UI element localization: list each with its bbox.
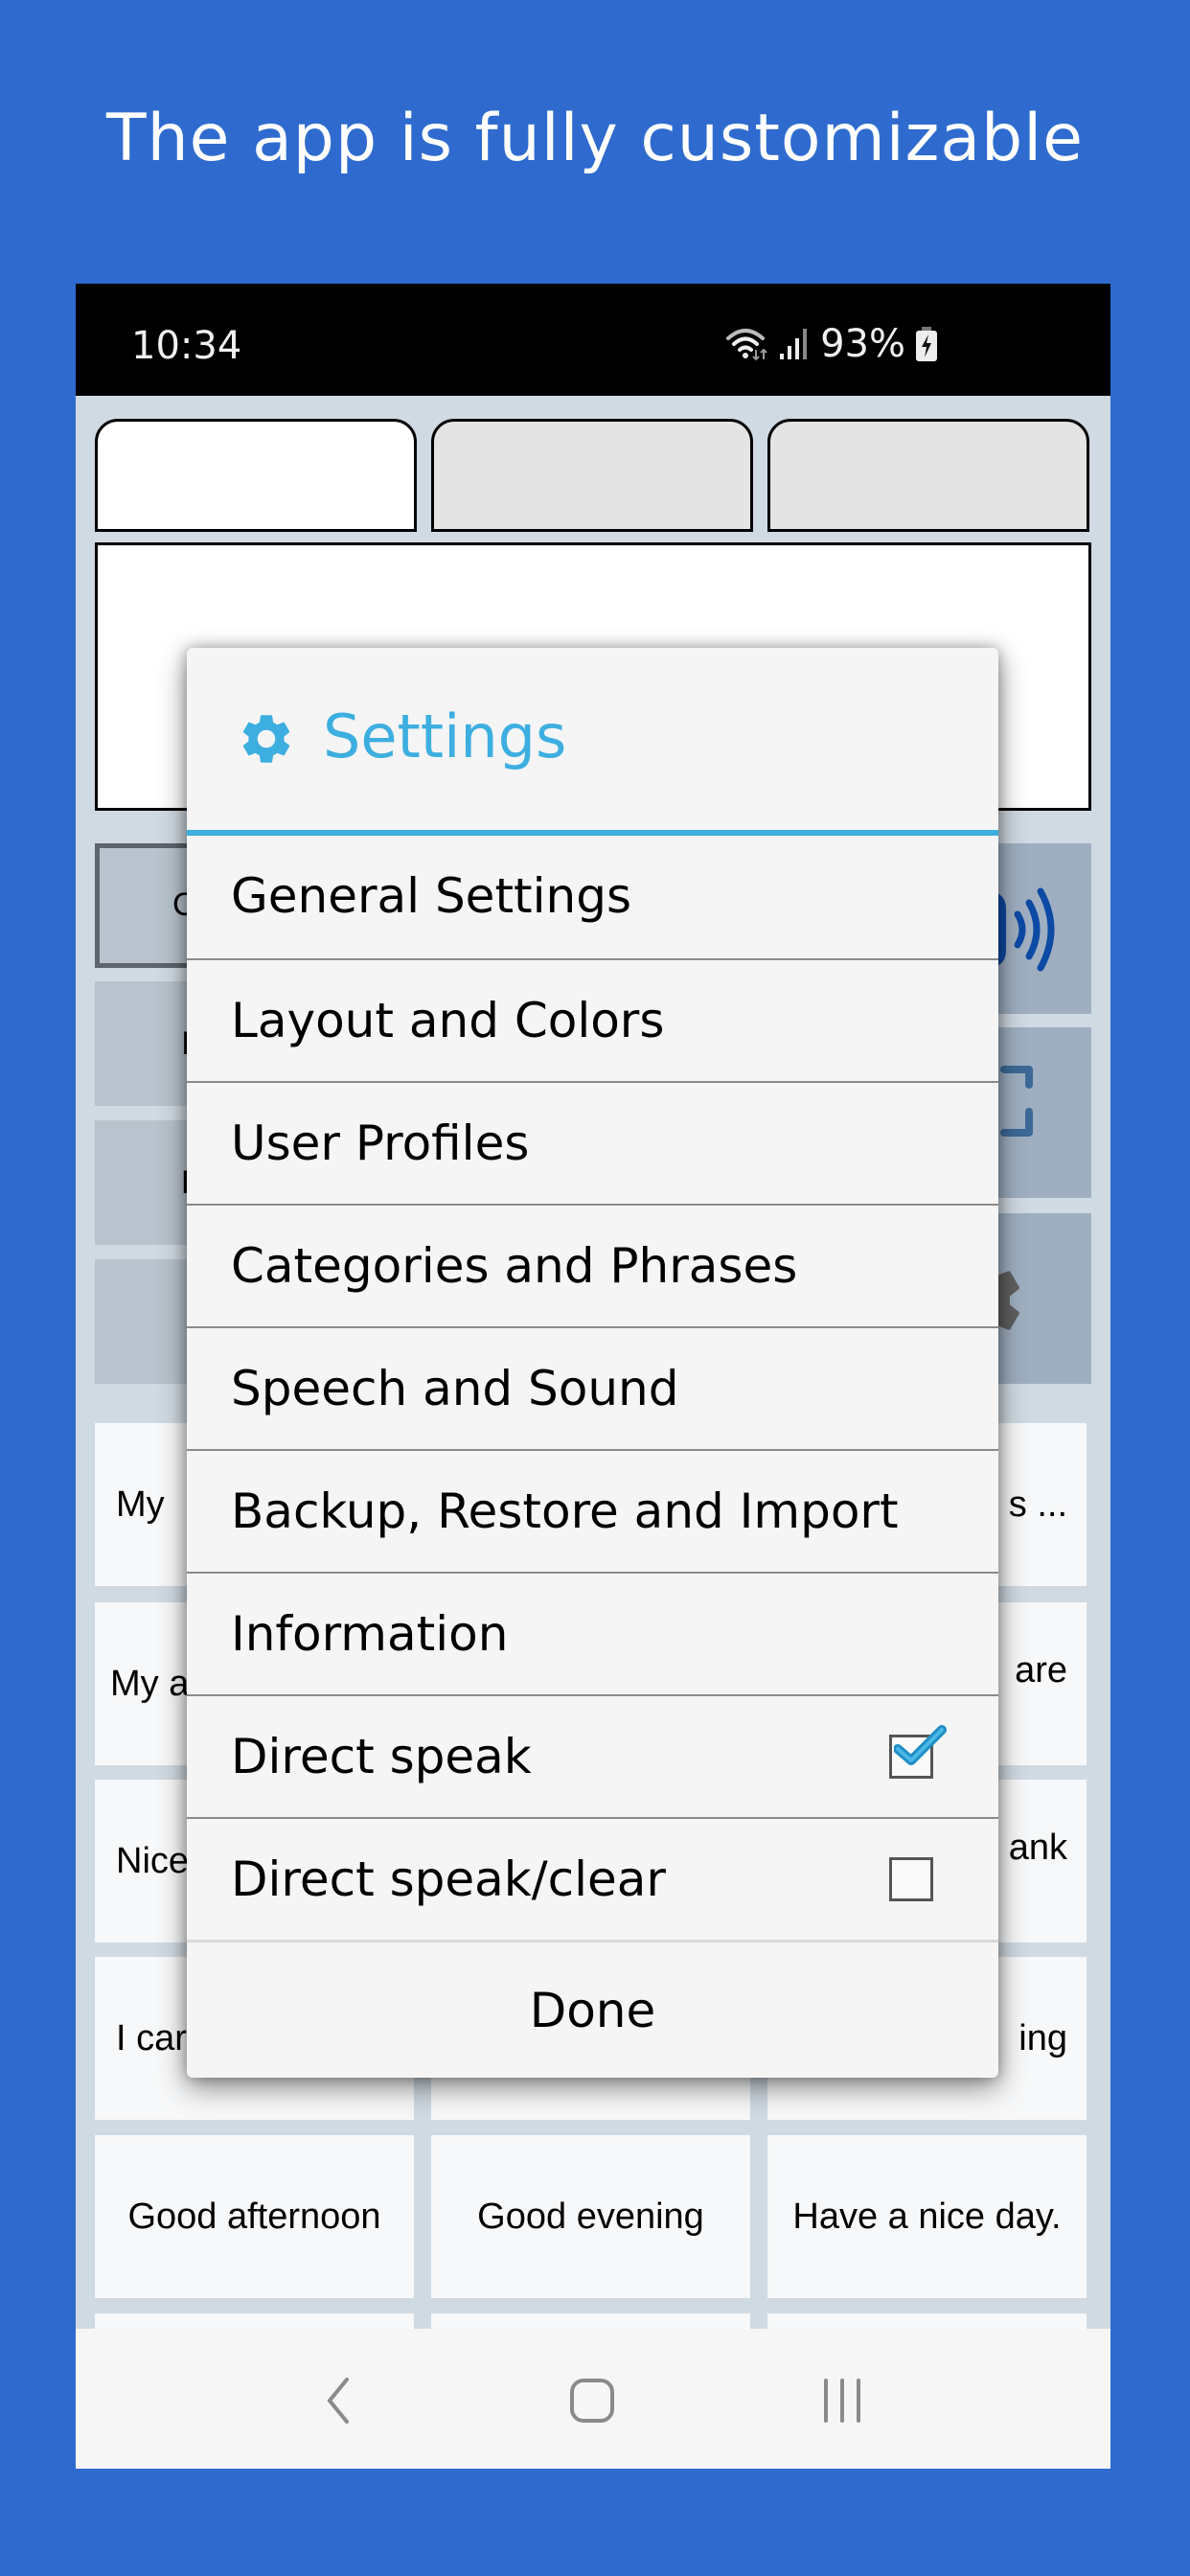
menu-item-general-settings[interactable]: General Settings bbox=[187, 836, 998, 958]
battery-charging-icon bbox=[916, 327, 937, 361]
phrase-button[interactable]: Have a nice day. bbox=[767, 2135, 1087, 2298]
menu-item-label: Backup, Restore and Import bbox=[231, 1484, 899, 1539]
back-button[interactable] bbox=[300, 2367, 377, 2434]
phrase-button[interactable]: Good evening bbox=[431, 2135, 750, 2298]
menu-item-label: General Settings bbox=[231, 868, 632, 924]
menu-item-speech-and-sound[interactable]: Speech and Sound bbox=[187, 1326, 998, 1449]
home-button[interactable] bbox=[554, 2367, 630, 2434]
menu-item-direct-speak-clear[interactable]: Direct speak/clear bbox=[187, 1817, 998, 1940]
fullscreen-icon bbox=[1000, 1066, 1033, 1137]
menu-item-categories-and-phrases[interactable]: Categories and Phrases bbox=[187, 1204, 998, 1326]
direct-speak-checkbox[interactable] bbox=[889, 1725, 947, 1779]
back-icon bbox=[327, 2378, 349, 2424]
status-time: 10:34 bbox=[131, 324, 242, 368]
direct-speak-clear-checkbox[interactable] bbox=[889, 1857, 933, 1901]
gear-icon bbox=[242, 715, 290, 763]
menu-item-user-profiles[interactable]: User Profiles bbox=[187, 1081, 998, 1204]
menu-item-label: Speech and Sound bbox=[231, 1361, 679, 1416]
battery-percent: 93% bbox=[820, 322, 905, 366]
menu-item-backup-restore-import[interactable]: Backup, Restore and Import bbox=[187, 1449, 998, 1572]
status-icons: 93% bbox=[724, 322, 938, 366]
wifi-icon bbox=[726, 329, 767, 361]
phrase-button[interactable]: Good afternoon bbox=[95, 2135, 414, 2298]
menu-item-information[interactable]: Information bbox=[187, 1572, 998, 1694]
promo-title: The app is fully customizable bbox=[106, 101, 1084, 176]
tab-1[interactable] bbox=[95, 419, 417, 532]
done-button[interactable]: Done bbox=[187, 1940, 998, 2078]
dialog-header: Settings bbox=[187, 648, 998, 830]
dialog-title: Settings bbox=[323, 702, 567, 771]
menu-item-label: User Profiles bbox=[231, 1116, 530, 1171]
navigation-bar bbox=[76, 2329, 1110, 2469]
checkmark-icon bbox=[894, 1725, 947, 1765]
recents-icon bbox=[824, 2379, 860, 2423]
tab-2[interactable] bbox=[431, 419, 753, 532]
recents-button[interactable] bbox=[804, 2367, 881, 2434]
status-bar: 10:34 93% bbox=[76, 284, 1110, 396]
menu-item-label: Direct speak bbox=[231, 1729, 532, 1784]
menu-item-label: Layout and Colors bbox=[231, 993, 665, 1048]
menu-item-direct-speak[interactable]: Direct speak bbox=[187, 1694, 998, 1817]
menu-item-layout-and-colors[interactable]: Layout and Colors bbox=[187, 958, 998, 1081]
settings-dialog: Settings General Settings Layout and Col… bbox=[187, 648, 998, 2078]
menu-item-label: Categories and Phrases bbox=[231, 1238, 798, 1294]
menu-item-label: Direct speak/clear bbox=[231, 1852, 666, 1907]
home-icon bbox=[570, 2379, 614, 2423]
signal-icon bbox=[780, 329, 808, 359]
menu-item-label: Information bbox=[231, 1606, 509, 1662]
tab-3[interactable] bbox=[767, 419, 1089, 532]
speaker-icon bbox=[993, 887, 1055, 972]
